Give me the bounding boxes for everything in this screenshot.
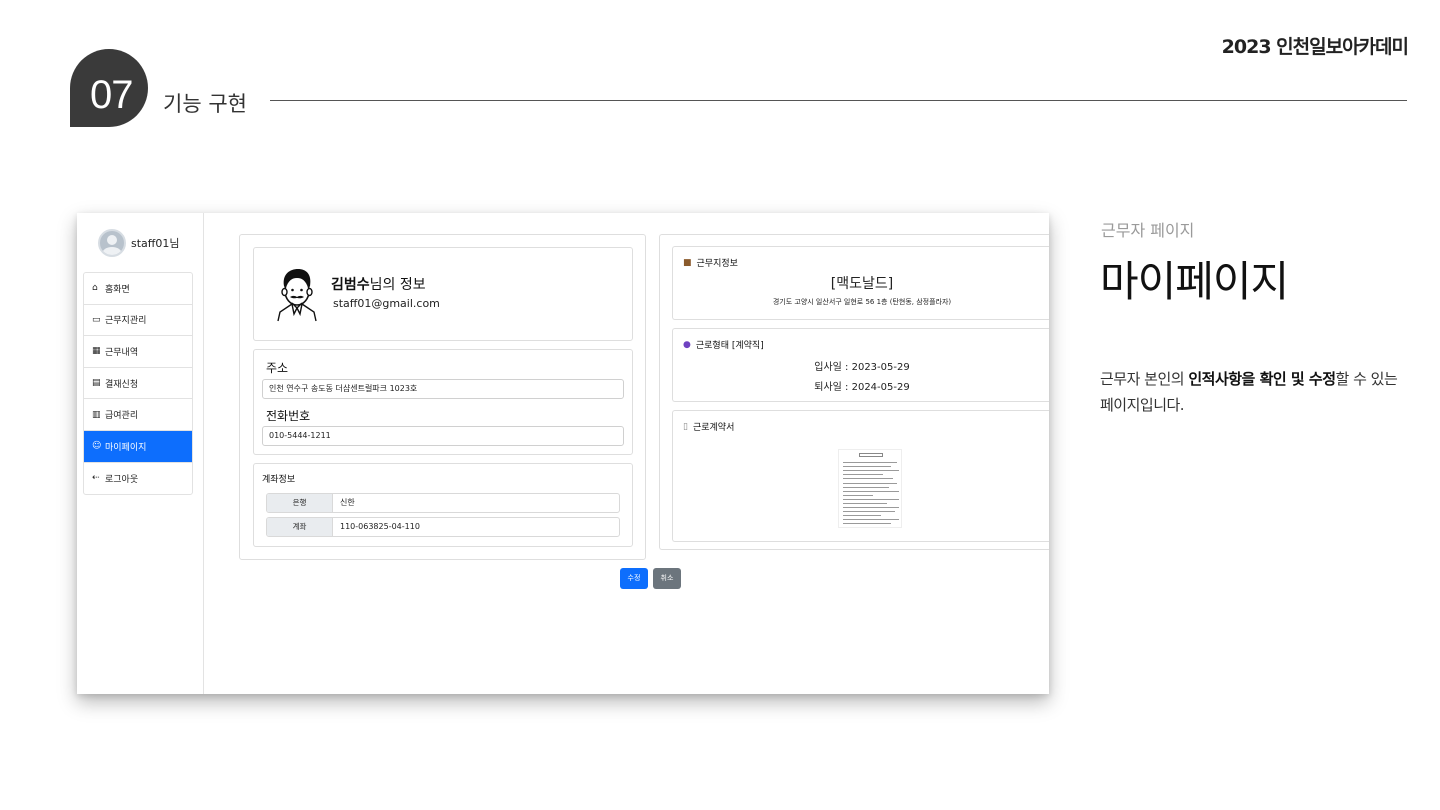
people-icon: ☺ [92,441,102,452]
address-label: 주소 [266,361,289,375]
description-body-pre: 근무자 본인의 [1100,370,1189,388]
description-body-bold: 인적사항을 확인 및 수정 [1188,370,1336,388]
end-date: 퇴사일 : 2024-05-29 [814,382,910,393]
contract-text-line [843,511,895,512]
sidebar-item-label: 급여관리 [105,411,139,422]
sidebar-item[interactable]: ▦ 근무내역 [84,336,192,368]
start-date: 입사일 : 2023-05-29 [814,362,910,373]
sidebar-item[interactable]: ▥ 급여관리 [84,399,192,431]
employment-card: ● 근로형태 [계약직] 입사일 : 2023-05-29 퇴사일 : 2024… [672,328,1049,402]
description-title: 마이페이지 [1100,257,1289,306]
phone-label: 전화번호 [266,409,311,423]
user-info: staff01님 [98,229,179,257]
workplace-title-label: 근무지정보 [696,259,738,269]
profile-card: 김범수님의 정보 staff01@gmail.com [253,247,633,341]
bank-label: 은행 [267,494,333,512]
contract-text-line [843,478,893,479]
contract-text-line [843,491,899,492]
sidebar-item[interactable]: ▭ 근무지관리 [84,305,192,337]
employment-title-label: 근로형태 [계약직] [695,341,764,351]
account-title: 계좌정보 [262,475,296,485]
sidebar-item-label: 마이페이지 [105,442,147,453]
work-info-panel: ■ 근무지정보 [맥도날드] 경기도 고양시 일산서구 일현로 56 1층 (탄… [659,234,1049,550]
account-row: 계좌 110-063825-04-110 [266,517,620,537]
sidebar-item-label: 근무내역 [105,347,139,358]
sidebar: staff01님 ⌂ 홈화면 ▭ 근무지관리 ▦ 근무내역 ▤ 결재신청 ▥ 급여관리 ☺ 마이페이지… [77,213,204,694]
calendar-icon: ▦ [92,346,101,357]
contract-text-line [843,487,889,488]
home-icon: ⌂ [92,283,98,294]
card-icon: ▤ [92,378,101,389]
contract-card: ▯ 근로계약서 [672,410,1049,542]
workplace-address: 경기도 고양시 일산서구 일현로 56 1층 (탄현동, 삼정플라자) [772,298,952,306]
contract-text-line [843,519,899,520]
description-body: 근무자 본인의 인적사항을 확인 및 수정할 수 있는 페이지입니다. [1100,366,1412,418]
sidebar-item-label: 로그아웃 [105,474,139,485]
employment-title: ● 근로형태 [계약직] [683,338,764,352]
workplace-title: ■ 근무지정보 [683,256,738,270]
contract-text-line [843,470,899,471]
user-name: staff01님 [131,237,180,250]
academy-title: 2023 인천일보아카데미 [1221,36,1409,58]
personal-info-panel: 김범수님의 정보 staff01@gmail.com 주소 인천 연수구 송도동… [239,234,646,560]
workplace-name: [맥도날드] [830,276,894,292]
sidebar-item[interactable]: ☺ 마이페이지 [84,430,192,463]
sidebar-item[interactable]: ▤ 결재신청 [84,368,192,400]
avatar [98,229,126,257]
person-icon: ● [683,339,691,350]
profile-title: 김범수님의 정보 [331,274,426,294]
bank-field[interactable]: 신한 [333,494,355,512]
section-divider [270,100,1407,101]
account-card: 계좌정보 은행 신한 계좌 110-063825-04-110 [253,463,633,547]
contract-text-line [843,483,897,484]
sidebar-menu: ⌂ 홈화면 ▭ 근무지관리 ▦ 근무내역 ▤ 결재신청 ▥ 급여관리 ☺ 마이페이지 ⇠ 로그아웃 [83,272,193,496]
address-card: 주소 인천 연수구 송도동 더샵센트럴파크 1023호 전화번호 010-544… [253,349,633,455]
contract-document-heading [859,453,883,457]
app-screenshot: staff01님 ⌂ 홈화면 ▭ 근무지관리 ▦ 근무내역 ▤ 결재신청 ▥ 급여관리 ☺ 마이페이지… [77,213,1049,694]
contract-text-line [843,474,883,475]
sidebar-item[interactable]: ⌂ 홈화면 [84,273,192,305]
sidebar-item[interactable]: ⇠ 로그아웃 [84,463,192,495]
contract-text-line [843,462,897,463]
contract-document-thumbnail[interactable] [838,449,902,528]
sidebar-item-label: 홈화면 [105,284,130,295]
briefcase-icon: ■ [683,257,692,268]
profile-name: 김범수 [331,277,370,293]
contract-text-line [843,503,887,504]
section-title: 기능 구현 [163,92,247,116]
section-number: 07 [90,73,133,117]
contract-text-line [843,507,899,508]
contract-title-label: 근로계약서 [692,423,735,433]
profile-face-icon [277,269,317,322]
profile-email: staff01@gmail.com [333,297,440,310]
phone-field[interactable]: 010-5444-1211 [262,426,624,446]
contract-text-line [843,523,891,524]
sidebar-item-label: 근무지관리 [105,316,147,327]
edit-button[interactable]: 수정 [620,568,648,589]
calculator-icon: ▥ [92,409,101,420]
contract-text-line [843,499,899,500]
contract-title: ▯ 근로계약서 [683,420,735,434]
description-subtitle: 근무자 페이지 [1101,221,1195,240]
profile-name-suffix: 님의 정보 [369,277,426,293]
account-number-field[interactable]: 110-063825-04-110 [333,518,420,536]
contract-text-line [843,515,881,516]
contract-text-line [843,466,891,467]
account-number-label: 계좌 [267,518,333,536]
workplace-card: ■ 근무지정보 [맥도날드] 경기도 고양시 일산서구 일현로 56 1층 (탄… [672,246,1049,320]
briefcase-icon: ▭ [92,314,101,325]
logout-icon: ⇠ [92,473,100,484]
address-field[interactable]: 인천 연수구 송도동 더샵센트럴파크 1023호 [262,379,624,399]
cancel-button[interactable]: 취소 [653,568,681,589]
section-number-badge: 07 [70,49,148,127]
document-icon: ▯ [683,421,688,432]
contract-text-line [843,495,873,496]
sidebar-item-label: 결재신청 [105,379,139,390]
bank-row: 은행 신한 [266,493,620,513]
